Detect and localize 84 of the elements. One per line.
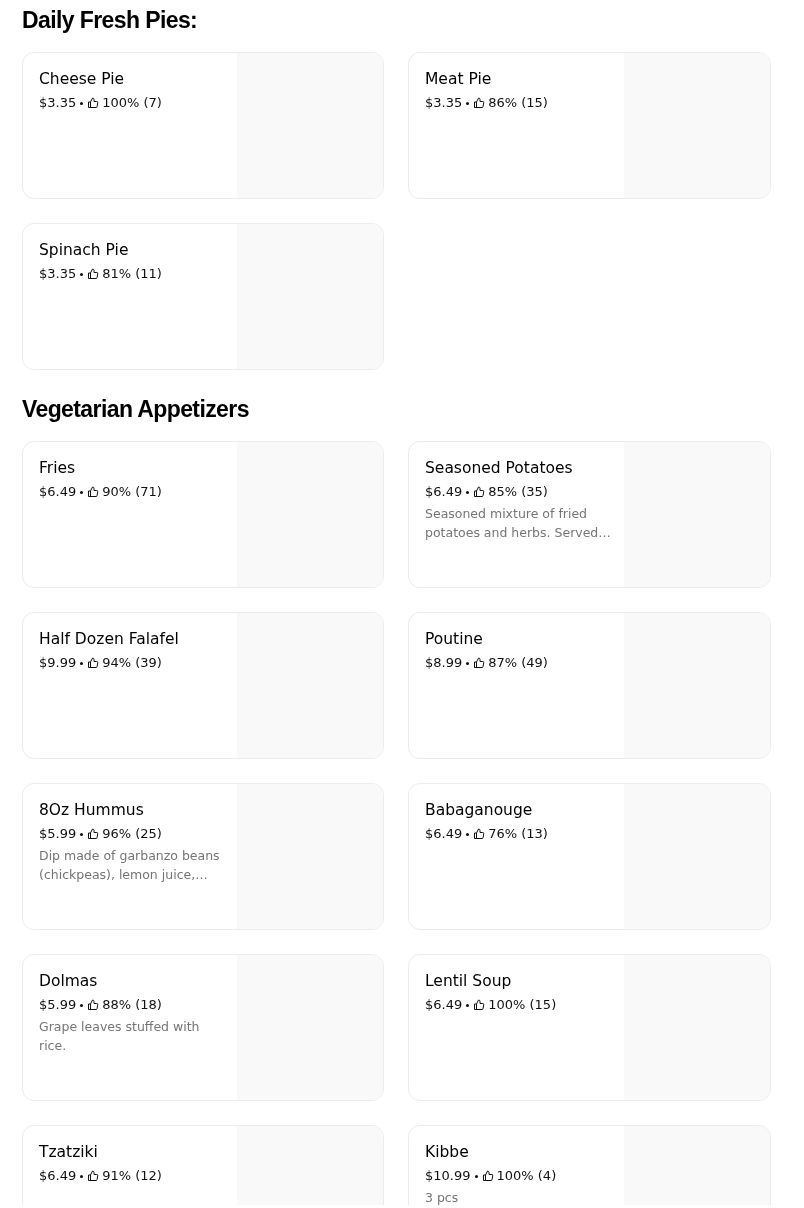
menu-item-card[interactable]: Babaganouge $6.49 76% (13) xyxy=(408,783,771,930)
item-price: $6.49 xyxy=(425,483,463,501)
item-name: Tzatziki xyxy=(39,1142,98,1163)
menu-item-card[interactable]: Lentil Soup $6.49 100% (15) xyxy=(408,954,771,1101)
item-price: $5.99 xyxy=(39,825,77,843)
menu-item-card[interactable]: Seasoned Potatoes $6.49 85% (35) Seasoned mixture of fried potatoes and herbs. Served… xyxy=(408,441,771,588)
item-description: 3 pcs xyxy=(425,1189,459,1205)
thumbs-up-icon xyxy=(87,486,100,498)
separator-dot xyxy=(466,101,470,105)
thumbs-up-icon xyxy=(481,1170,494,1182)
item-name: Lentil Soup xyxy=(425,971,512,992)
thumbs-up-icon xyxy=(87,828,100,840)
item-rating: 91% (12) xyxy=(102,1167,162,1185)
section-heading: Vegetarian Appetizers xyxy=(22,395,249,424)
separator-dot xyxy=(80,1003,84,1007)
separator-dot xyxy=(466,1003,470,1007)
item-name: 8Oz Hummus xyxy=(39,800,144,821)
thumbs-up-icon xyxy=(473,97,486,109)
item-price: $8.99 xyxy=(425,654,463,672)
separator-dot xyxy=(80,661,84,665)
item-price: $9.99 xyxy=(39,654,77,672)
item-rating: 85% (35) xyxy=(488,483,548,501)
separator-dot xyxy=(80,1174,84,1178)
menu-item-card[interactable]: Dolmas $5.99 88% (18) Grape leaves stuffed with rice. xyxy=(22,954,384,1101)
menu-item-card[interactable]: Tzatziki $6.49 91% (12) xyxy=(22,1125,384,1205)
section-heading: Daily Fresh Pies: xyxy=(22,6,198,35)
menu-item-card[interactable]: Spinach Pie $3.35 81% (11) xyxy=(22,223,384,370)
separator-dot xyxy=(466,661,470,665)
thumbs-up-icon xyxy=(87,1170,100,1182)
item-name: Spinach Pie xyxy=(39,240,129,261)
item-rating: 87% (49) xyxy=(488,654,548,672)
thumbs-up-icon xyxy=(473,657,486,669)
item-rating: 100% (7) xyxy=(102,94,162,112)
thumbs-up-icon xyxy=(87,268,100,280)
item-price: $3.35 xyxy=(39,265,77,283)
item-name: Poutine xyxy=(425,629,483,650)
item-name: Babaganouge xyxy=(425,800,533,821)
separator-dot xyxy=(466,490,470,494)
item-rating: 81% (11) xyxy=(102,265,162,283)
menu-item-card[interactable]: Fries $6.49 90% (71) xyxy=(22,441,384,588)
menu-item-card[interactable]: Cheese Pie $3.35 100% (7) xyxy=(22,52,384,199)
thumbs-up-icon xyxy=(473,486,486,498)
item-rating: 86% (15) xyxy=(488,94,548,112)
item-price: $5.99 xyxy=(39,996,77,1014)
item-price: $6.49 xyxy=(39,483,77,501)
thumbs-up-icon xyxy=(473,828,486,840)
separator-dot xyxy=(80,832,84,836)
menu-item-card[interactable]: 8Oz Hummus $5.99 96% (25) Dip made of garbanzo beans (chickpeas), lemon juice,… xyxy=(22,783,384,930)
item-name: Seasoned Potatoes xyxy=(425,458,573,479)
item-price: $6.49 xyxy=(39,1167,77,1185)
item-price: $6.49 xyxy=(425,825,463,843)
menu-item-card[interactable]: Meat Pie $3.35 86% (15) xyxy=(408,52,771,199)
item-rating: 96% (25) xyxy=(102,825,162,843)
item-rating: 88% (18) xyxy=(102,996,162,1014)
menu-item-card[interactable]: Poutine $8.99 87% (49) xyxy=(408,612,771,759)
item-rating: 90% (71) xyxy=(102,483,162,501)
item-description: Dip made of garbanzo beans (chickpeas), lemon juice,… xyxy=(39,847,221,884)
separator-dot xyxy=(80,101,84,105)
item-name: Dolmas xyxy=(39,971,98,992)
thumbs-up-icon xyxy=(87,657,100,669)
item-description: Grape leaves stuffed with rice. xyxy=(39,1018,201,1055)
item-rating: 100% (4) xyxy=(496,1167,557,1185)
item-name: Half Dozen Falafel xyxy=(39,629,179,650)
item-price: $3.35 xyxy=(425,94,463,112)
item-name: Kibbe xyxy=(425,1142,469,1163)
separator-dot xyxy=(80,490,84,494)
separator-dot xyxy=(474,1174,478,1178)
item-name: Cheese Pie xyxy=(39,69,125,90)
item-price: $6.49 xyxy=(425,996,463,1014)
separator-dot xyxy=(466,832,470,836)
item-name: Fries xyxy=(39,458,76,479)
item-price: $3.35 xyxy=(39,94,77,112)
item-rating: 76% (13) xyxy=(488,825,548,843)
item-name: Meat Pie xyxy=(425,69,492,90)
menu-item-card[interactable]: Half Dozen Falafel $9.99 94% (39) xyxy=(22,612,384,759)
item-rating: 100% (15) xyxy=(488,996,557,1014)
thumbs-up-icon xyxy=(87,999,100,1011)
item-price: $10.99 xyxy=(425,1167,471,1185)
separator-dot xyxy=(80,272,84,276)
item-rating: 94% (39) xyxy=(102,654,162,672)
menu-item-card[interactable]: Kibbe $10.99 100% (4) 3 pcs xyxy=(408,1125,771,1205)
item-description: Seasoned mixture of fried potatoes and herbs. Served… xyxy=(425,505,612,542)
thumbs-up-icon xyxy=(87,97,100,109)
thumbs-up-icon xyxy=(473,999,486,1011)
